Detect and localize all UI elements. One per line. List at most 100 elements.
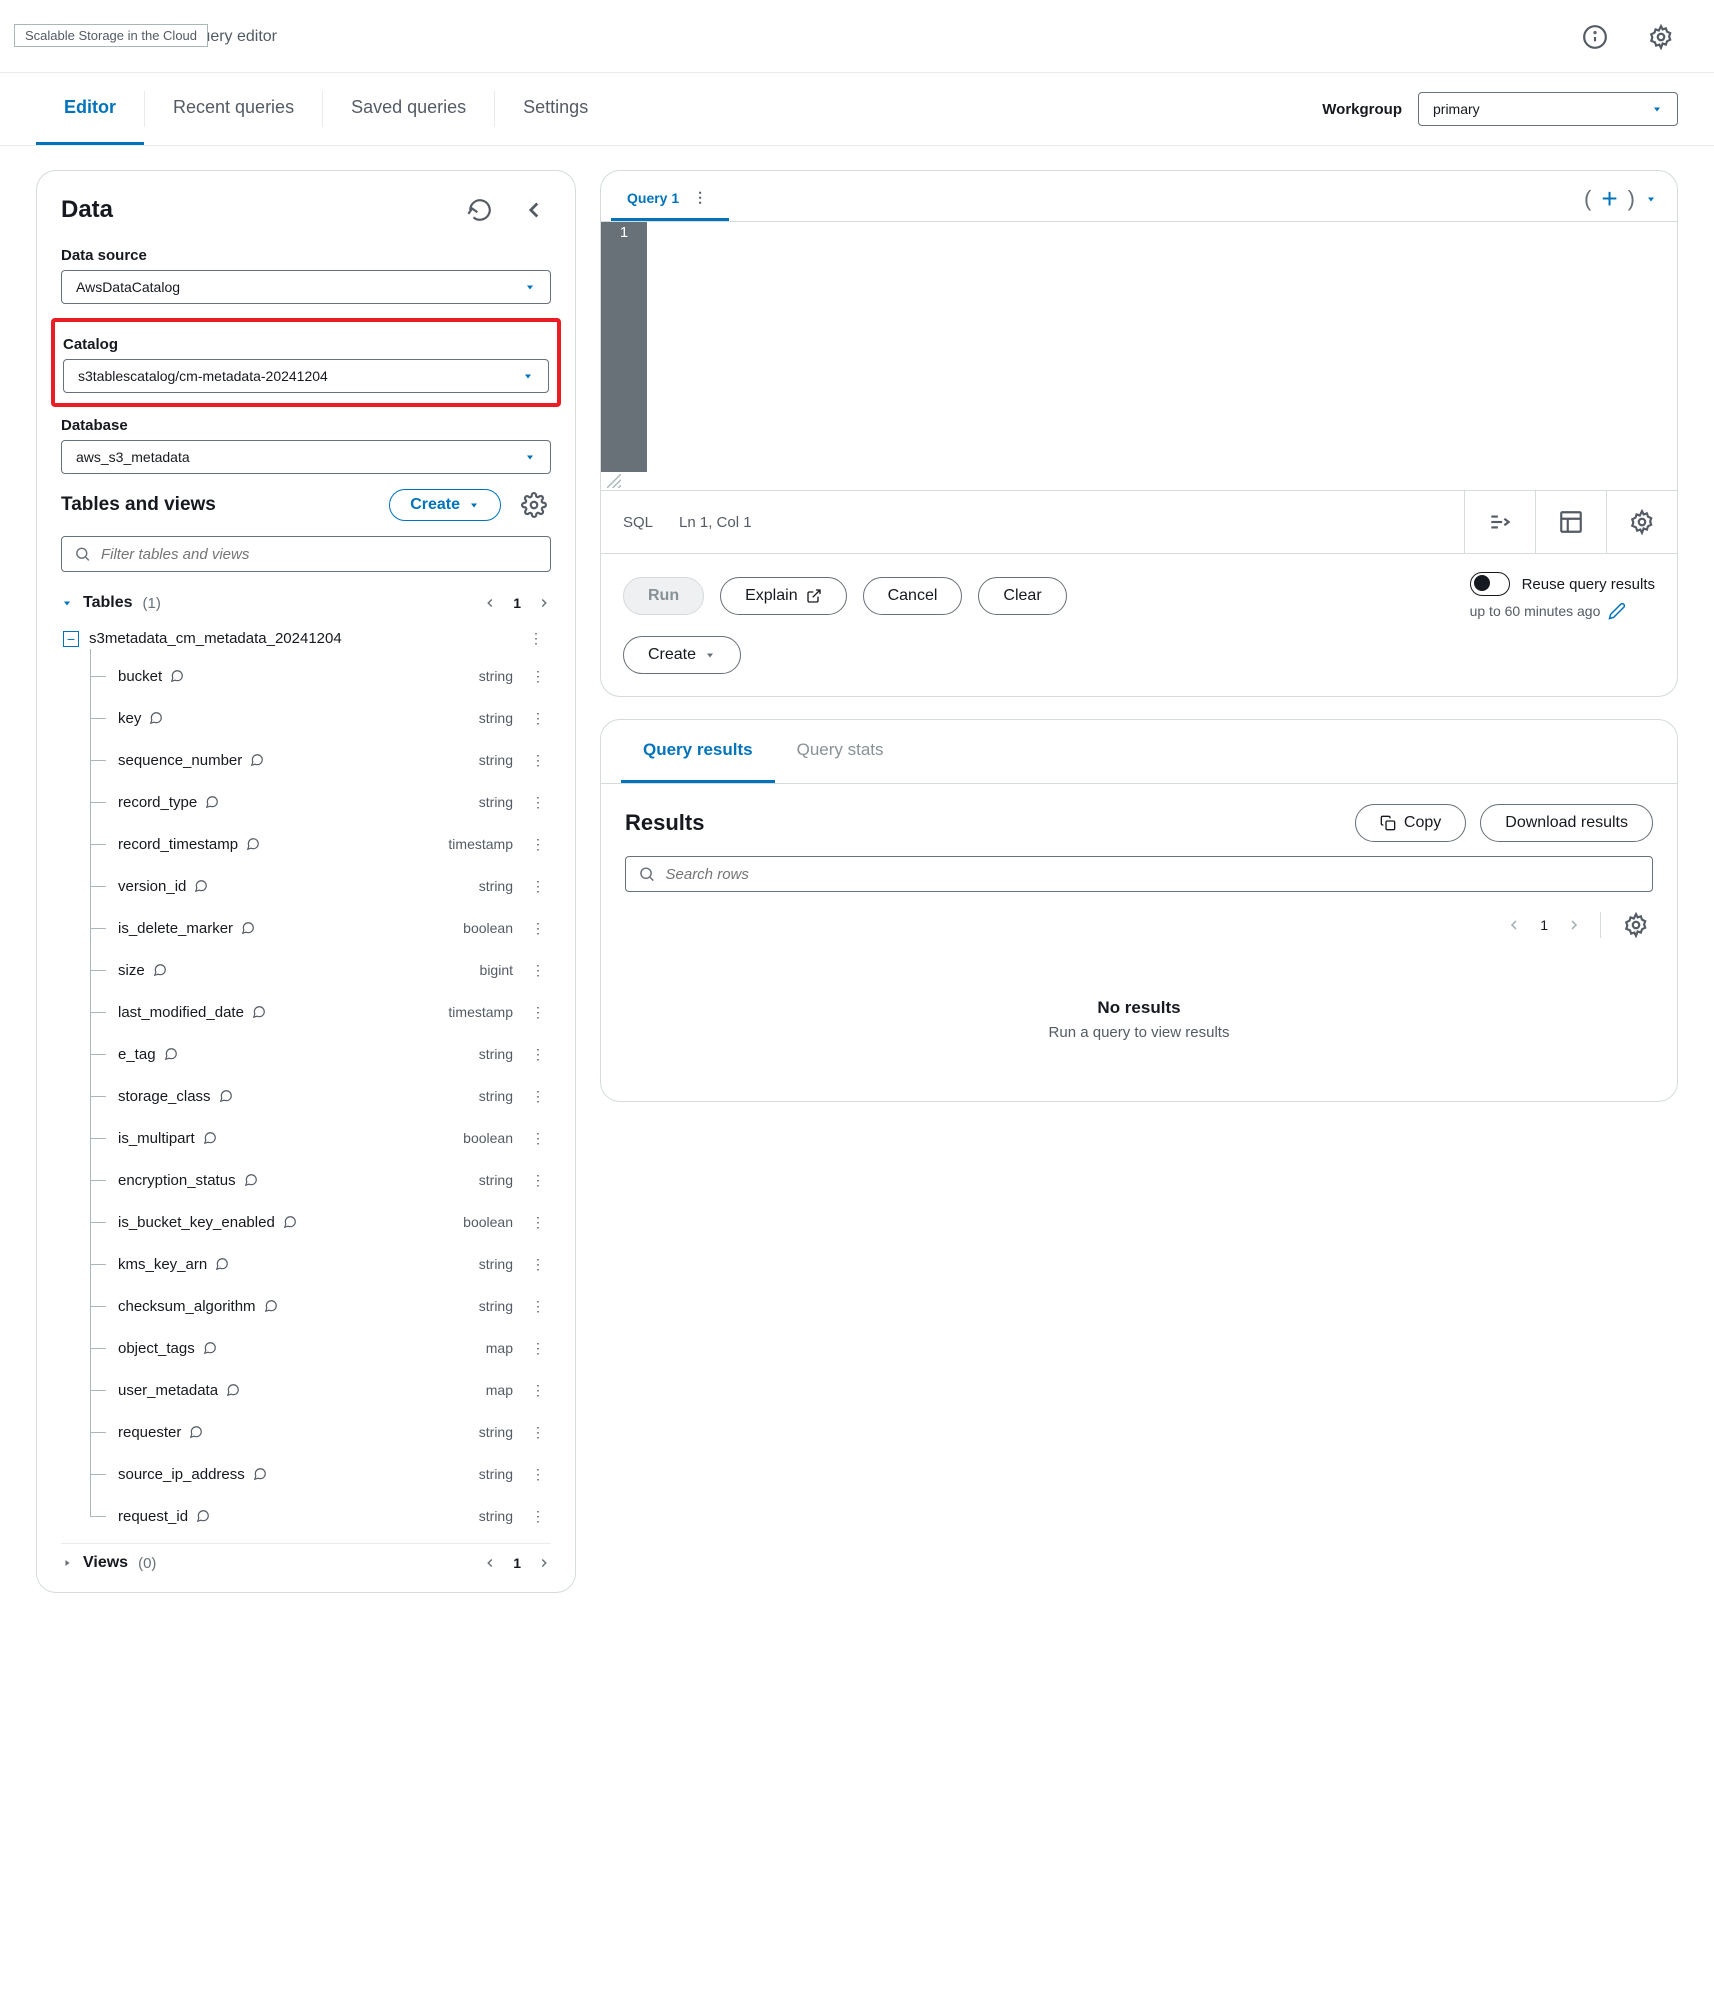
tab-editor[interactable]: Editor [36,73,144,145]
datasource-select[interactable]: AwsDataCatalog [61,270,551,304]
column-menu-icon[interactable]: ⋮ [525,1466,551,1483]
column-name[interactable]: last_modified_date [118,1004,448,1021]
column-menu-icon[interactable]: ⋮ [525,1046,551,1063]
collapse-sidebar-icon[interactable] [517,193,551,227]
run-button[interactable]: Run [623,577,704,615]
pencil-icon[interactable] [1608,602,1626,620]
tab-saved-queries[interactable]: Saved queries [323,73,494,145]
create-dropdown-button[interactable]: Create [623,636,741,674]
table-name[interactable]: s3metadata_cm_metadata_20241204 [89,630,342,647]
caret-right-icon[interactable] [61,1557,73,1569]
column-name[interactable]: checksum_algorithm [118,1298,479,1315]
column-name[interactable]: source_ip_address [118,1466,479,1483]
column-name[interactable]: storage_class [118,1088,479,1105]
column-menu-icon[interactable]: ⋮ [525,920,551,937]
reuse-results-toggle[interactable] [1470,572,1510,596]
caret-down-icon[interactable] [1645,193,1657,205]
caret-down-icon[interactable] [61,597,73,609]
column-menu-icon[interactable]: ⋮ [525,794,551,811]
next-page-icon[interactable] [537,596,551,610]
gear-icon[interactable] [1625,505,1659,539]
create-button[interactable]: Create [389,489,501,521]
column-name[interactable]: version_id [118,878,479,895]
prev-page-icon[interactable] [483,1556,497,1570]
layout-icon[interactable] [1554,505,1588,539]
gear-icon[interactable] [1619,908,1653,942]
collapse-table-icon[interactable]: − [63,631,79,647]
column-menu-icon[interactable]: ⋮ [525,1424,551,1441]
query-tab[interactable]: Query 1 ⋮ [611,177,729,221]
column-menu-icon[interactable]: ⋮ [525,1004,551,1021]
column-name[interactable]: is_delete_marker [118,920,463,937]
column-name[interactable]: is_bucket_key_enabled [118,1214,463,1231]
caret-down-icon [704,649,716,661]
column-menu-icon[interactable]: ⋮ [525,1130,551,1147]
column-menu-icon[interactable]: ⋮ [525,1382,551,1399]
filter-tables-input[interactable] [61,536,551,572]
resize-handle-icon[interactable] [601,472,1677,490]
prev-page-icon[interactable] [483,596,497,610]
column-menu-icon[interactable]: ⋮ [525,1172,551,1189]
column-menu-icon[interactable]: ⋮ [525,1214,551,1231]
column-menu-icon[interactable]: ⋮ [525,1088,551,1105]
column-name[interactable]: user_metadata [118,1382,486,1399]
add-query-icon[interactable]: + [1601,183,1617,215]
column-menu-icon[interactable]: ⋮ [525,668,551,685]
search-rows-input[interactable] [625,856,1653,892]
column-row: encryption_status string⋮ [84,1159,551,1201]
search-rows-field[interactable] [666,866,1641,883]
column-menu-icon[interactable]: ⋮ [525,962,551,979]
gear-icon[interactable] [517,488,551,522]
column-name[interactable]: kms_key_arn [118,1256,479,1273]
chat-icon [283,1215,297,1229]
column-menu-icon[interactable]: ⋮ [525,836,551,853]
column-menu-icon[interactable]: ⋮ [525,878,551,895]
next-page-icon[interactable] [537,1556,551,1570]
info-icon[interactable] [1578,20,1612,54]
column-menu-icon[interactable]: ⋮ [525,1340,551,1357]
cancel-button[interactable]: Cancel [863,577,963,615]
no-results-sub: Run a query to view results [601,1024,1677,1041]
tab-query-results[interactable]: Query results [621,720,775,783]
tab-query-stats[interactable]: Query stats [775,720,906,783]
next-page-icon[interactable] [1566,917,1582,933]
query-tab-menu-icon[interactable]: ⋮ [687,189,713,206]
column-menu-icon[interactable]: ⋮ [525,710,551,727]
column-name[interactable]: record_type [118,794,479,811]
column-menu-icon[interactable]: ⋮ [525,1298,551,1315]
copy-button[interactable]: Copy [1355,804,1466,842]
column-name[interactable]: e_tag [118,1046,479,1063]
explain-button[interactable]: Explain [720,577,846,615]
tab-recent-queries[interactable]: Recent queries [145,73,322,145]
column-name[interactable]: sequence_number [118,752,479,769]
filter-input-field[interactable] [101,546,538,563]
database-select[interactable]: aws_s3_metadata [61,440,551,474]
column-name[interactable]: request_id [118,1508,479,1525]
column-name[interactable]: size [118,962,480,979]
column-type: timestamp [448,836,525,852]
catalog-select[interactable]: s3tablescatalog/cm-metadata-20241204 [63,359,549,393]
refresh-icon[interactable] [463,193,497,227]
query-tab-label: Query 1 [627,190,679,206]
column-name[interactable]: requester [118,1424,479,1441]
column-name[interactable]: record_timestamp [118,836,448,853]
column-menu-icon[interactable]: ⋮ [525,1256,551,1273]
column-name[interactable]: encryption_status [118,1172,479,1189]
workgroup-select[interactable]: primary [1418,92,1678,126]
column-menu-icon[interactable]: ⋮ [525,1508,551,1525]
prev-page-icon[interactable] [1506,917,1522,933]
column-name[interactable]: is_multipart [118,1130,463,1147]
column-name[interactable]: object_tags [118,1340,486,1357]
tab-settings[interactable]: Settings [495,73,616,145]
table-menu-icon[interactable]: ⋮ [523,630,549,647]
clear-button[interactable]: Clear [978,577,1066,615]
column-name[interactable]: bucket [118,668,479,685]
editor-lang: SQL [623,514,653,531]
format-icon[interactable] [1483,505,1517,539]
column-row: storage_class string⋮ [84,1075,551,1117]
column-name[interactable]: key [118,710,479,727]
gear-icon[interactable] [1644,20,1678,54]
download-results-button[interactable]: Download results [1480,804,1653,842]
sql-editor[interactable] [647,222,1677,472]
column-menu-icon[interactable]: ⋮ [525,752,551,769]
